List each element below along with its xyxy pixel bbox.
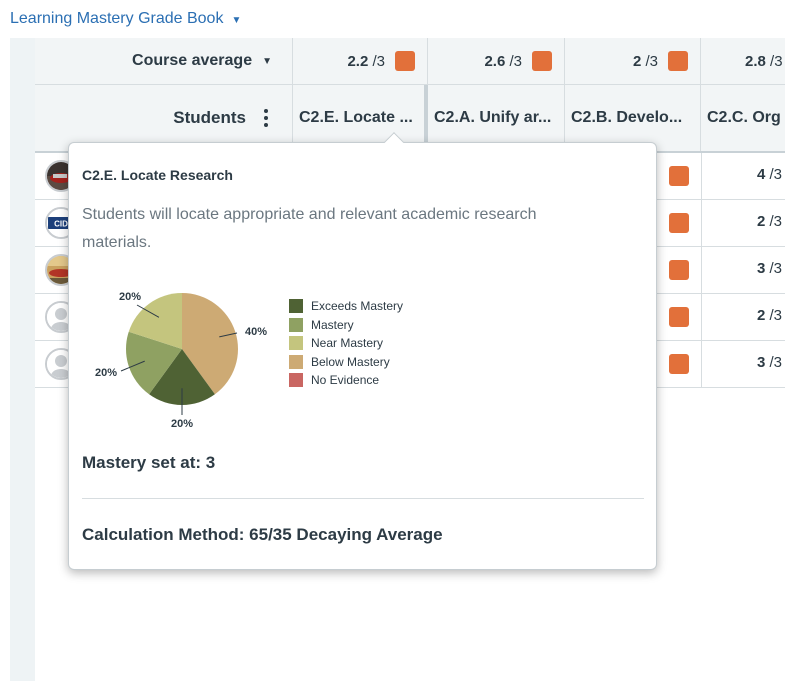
legend-label: Below Mastery (311, 354, 390, 369)
score-value: 3 /3 (757, 260, 783, 277)
outcome-name: C2.B. Develo... (571, 109, 683, 126)
pie-percent-label: 40% (245, 326, 267, 338)
average-max: /3 (770, 52, 783, 70)
kebab-menu-icon[interactable] (260, 107, 272, 129)
legend-swatch (289, 317, 303, 332)
score-value: 2 /3 (757, 307, 783, 324)
rating-swatch (669, 307, 689, 327)
score-value: 3 /3 (757, 354, 783, 371)
average-score: 2.8 (745, 52, 766, 70)
legend-label: Exceeds Mastery (311, 299, 404, 314)
caret-down-icon: ▼ (231, 14, 242, 26)
legend-item: Mastery (289, 316, 403, 335)
course-average-cell: 2.8 /3 (701, 38, 785, 84)
calculation-method-text: Calculation Method: 65/35 Decaying Avera… (82, 525, 443, 544)
course-average-cell: 2.6 /3 (428, 38, 565, 84)
average-max: /3 (645, 52, 658, 70)
average-max: /3 (372, 52, 385, 70)
course-average-label: Course average (132, 52, 253, 69)
page-title: Learning Mastery Grade Book (10, 10, 224, 27)
gradebook-switcher[interactable]: Learning Mastery Grade Book ▼ (10, 8, 241, 30)
legend-item: Near Mastery (289, 334, 403, 353)
legend-swatch (289, 354, 303, 369)
score-value: 4 /3 (757, 166, 783, 183)
legend-item: No Evidence (289, 371, 403, 390)
left-rail (10, 38, 35, 681)
rating-swatch (669, 354, 689, 374)
average-score: 2 (632, 52, 642, 70)
pie-percent-label: 20% (119, 291, 141, 303)
legend-item: Exceeds Mastery (289, 297, 403, 316)
students-label: Students (173, 108, 246, 127)
legend-swatch (289, 336, 303, 351)
outcome-name: C2.E. Locate ... (299, 109, 413, 126)
rating-swatch (669, 213, 689, 233)
outcome-popover: C2.E. Locate Research Students will loca… (68, 132, 657, 570)
course-average-menu[interactable]: Course average ▼ (35, 38, 293, 84)
mastery-pie-chart: 40% 20% 20% 20% (95, 291, 267, 430)
outcome-name: C2.A. Unify ar... (434, 109, 552, 126)
legend-item: Below Mastery (289, 353, 403, 372)
rating-swatch (532, 51, 552, 71)
pie-percent-label: 20% (95, 367, 117, 379)
legend-label: No Evidence (311, 373, 380, 388)
average-score: 2.6 (484, 52, 506, 70)
outcome-name: C2.C. Org (707, 109, 781, 126)
popover-title: C2.E. Locate Research (82, 167, 233, 183)
average-score: 2.2 (347, 52, 369, 70)
rating-swatch (395, 51, 415, 71)
average-max: /3 (509, 52, 522, 70)
course-average-row: Course average ▼ 2.2 /3 2.6 /3 2 /3 2.8 … (35, 38, 785, 85)
rating-swatch (669, 166, 689, 186)
rating-swatch (668, 51, 688, 71)
score-value: 2 /3 (757, 213, 783, 230)
legend-label: Mastery (311, 317, 354, 332)
outcome-description: Students will locate appropriate and rel… (82, 206, 537, 251)
outcome-header-c2c[interactable]: C2.C. Org (701, 85, 785, 151)
caret-down-icon: ▼ (262, 55, 272, 67)
pie-percent-label: 20% (171, 418, 193, 430)
course-average-cell: 2.2 /3 (293, 38, 428, 84)
svg-text:CID: CID (54, 220, 68, 229)
legend-swatch (289, 373, 303, 388)
mastery-set-text: Mastery set at: 3 (82, 453, 216, 472)
legend-label: Near Mastery (311, 336, 384, 351)
course-average-cell: 2 /3 (565, 38, 701, 84)
legend-swatch (289, 299, 303, 314)
pie-legend: Exceeds Mastery Mastery Near Mastery Below … (289, 297, 403, 390)
divider (82, 498, 644, 499)
rating-swatch (669, 260, 689, 280)
